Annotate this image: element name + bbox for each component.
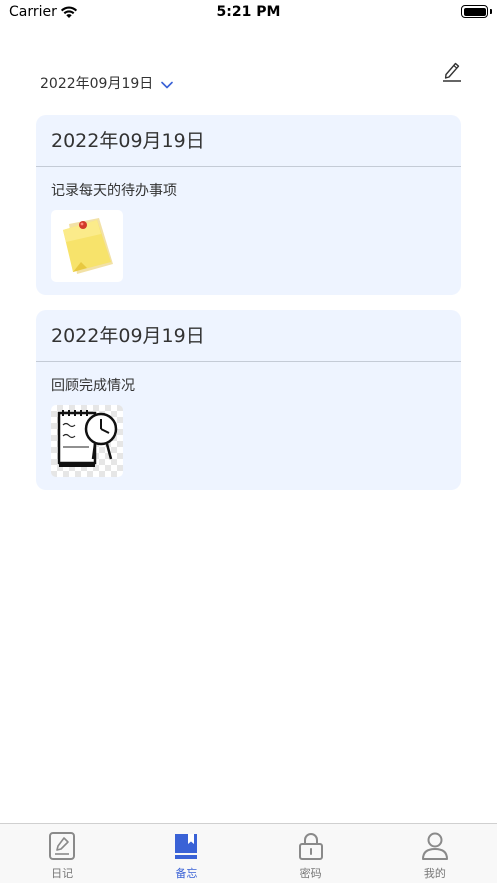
memo-date: 2022年09月19日 (36, 310, 461, 362)
user-icon (420, 831, 450, 861)
battery-cap (490, 9, 492, 14)
tab-label: 备忘 (175, 867, 198, 880)
tab-bar: 日记 备忘 密码 我的 (0, 823, 497, 883)
sticky-note-image[interactable] (51, 210, 123, 282)
notepad-clock-image[interactable] (51, 405, 123, 477)
lock-icon (296, 831, 326, 861)
header: 2022年09月19日 (0, 60, 497, 104)
tab-label: 我的 (423, 867, 446, 880)
chevron-down-icon (161, 74, 174, 93)
tab-memo[interactable]: 备忘 (124, 824, 248, 883)
memo-text: 回顾完成情况 (51, 378, 135, 394)
memo-card[interactable]: 2022年09月19日 记录每天的待办事项 (36, 115, 461, 295)
memo-text: 记录每天的待办事项 (51, 183, 177, 199)
tab-label: 密码 (299, 867, 322, 880)
status-time: 5:21 PM (216, 4, 281, 20)
date-selector[interactable]: 2022年09月19日 (40, 72, 174, 93)
tab-diary[interactable]: 日记 (0, 824, 124, 883)
memo-date: 2022年09月19日 (36, 115, 461, 167)
bookmark-book-icon (171, 831, 201, 861)
status-bar: Carrier 5:21 PM (0, 0, 497, 28)
battery-icon (461, 5, 488, 18)
date-selector-label: 2022年09月19日 (40, 75, 154, 92)
diary-icon (47, 831, 77, 861)
tab-mine[interactable]: 我的 (373, 824, 497, 883)
memo-card[interactable]: 2022年09月19日 回顾完成情况 (36, 310, 461, 490)
tab-label: 日记 (51, 867, 74, 880)
tab-password[interactable]: 密码 (249, 824, 373, 883)
pencil-icon[interactable] (441, 60, 463, 86)
